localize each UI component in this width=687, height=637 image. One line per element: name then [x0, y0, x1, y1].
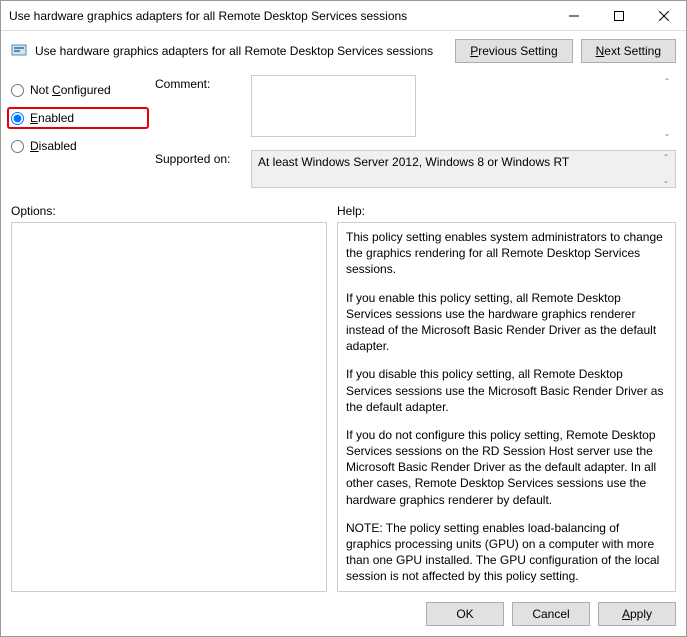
- fields: Comment: ⌃⌄ Supported on: At least Windo…: [155, 75, 676, 188]
- help-text: This policy setting enables system admin…: [346, 229, 667, 278]
- supported-on-label: Supported on:: [155, 150, 243, 188]
- close-icon: [659, 11, 669, 21]
- supported-on-value: At least Windows Server 2012, Windows 8 …: [251, 150, 676, 188]
- scroll-indicator: ⌃⌄: [659, 153, 673, 185]
- state-radios: Not Configured Enabled Disabled: [11, 75, 141, 188]
- scroll-indicator: ⌃⌄: [660, 77, 674, 138]
- close-button[interactable]: [641, 1, 686, 30]
- comment-label: Comment:: [155, 75, 243, 140]
- window-title: Use hardware graphics adapters for all R…: [9, 9, 551, 23]
- radio-disabled-input[interactable]: [11, 140, 24, 153]
- help-text: If you disable this policy setting, all …: [346, 366, 667, 415]
- radio-disabled[interactable]: Disabled: [11, 137, 141, 155]
- cancel-button[interactable]: Cancel: [512, 602, 590, 626]
- header-title: Use hardware graphics adapters for all R…: [35, 44, 447, 58]
- radio-not-configured[interactable]: Not Configured: [11, 81, 141, 99]
- ok-button[interactable]: OK: [426, 602, 504, 626]
- panes: This policy setting enables system admin…: [1, 222, 686, 592]
- minimize-icon: [569, 11, 579, 21]
- footer: OK Cancel Apply: [1, 592, 686, 636]
- previous-setting-button[interactable]: Previous Setting: [455, 39, 572, 63]
- options-pane: [11, 222, 327, 592]
- apply-button[interactable]: Apply: [598, 602, 676, 626]
- comment-input[interactable]: [251, 75, 416, 137]
- help-text: If you do not configure this policy sett…: [346, 427, 667, 508]
- radio-enabled[interactable]: Enabled: [7, 107, 149, 129]
- titlebar: Use hardware graphics adapters for all R…: [1, 1, 686, 31]
- help-pane[interactable]: This policy setting enables system admin…: [337, 222, 676, 592]
- window-controls: [551, 1, 686, 30]
- config-area: Not Configured Enabled Disabled Comment:…: [1, 75, 686, 198]
- header: Use hardware graphics adapters for all R…: [1, 31, 686, 75]
- help-text: If you enable this policy setting, all R…: [346, 290, 667, 355]
- pane-labels: Options: Help:: [1, 198, 686, 222]
- help-text: NOTE: The policy setting enables load-ba…: [346, 520, 667, 585]
- help-label: Help:: [337, 204, 365, 218]
- radio-enabled-input[interactable]: [11, 112, 24, 125]
- maximize-button[interactable]: [596, 1, 641, 30]
- policy-icon: [11, 43, 27, 59]
- options-label: Options:: [11, 204, 337, 218]
- maximize-icon: [614, 11, 624, 21]
- minimize-button[interactable]: [551, 1, 596, 30]
- next-setting-button[interactable]: Next Setting: [581, 39, 676, 63]
- radio-not-configured-input[interactable]: [11, 84, 24, 97]
